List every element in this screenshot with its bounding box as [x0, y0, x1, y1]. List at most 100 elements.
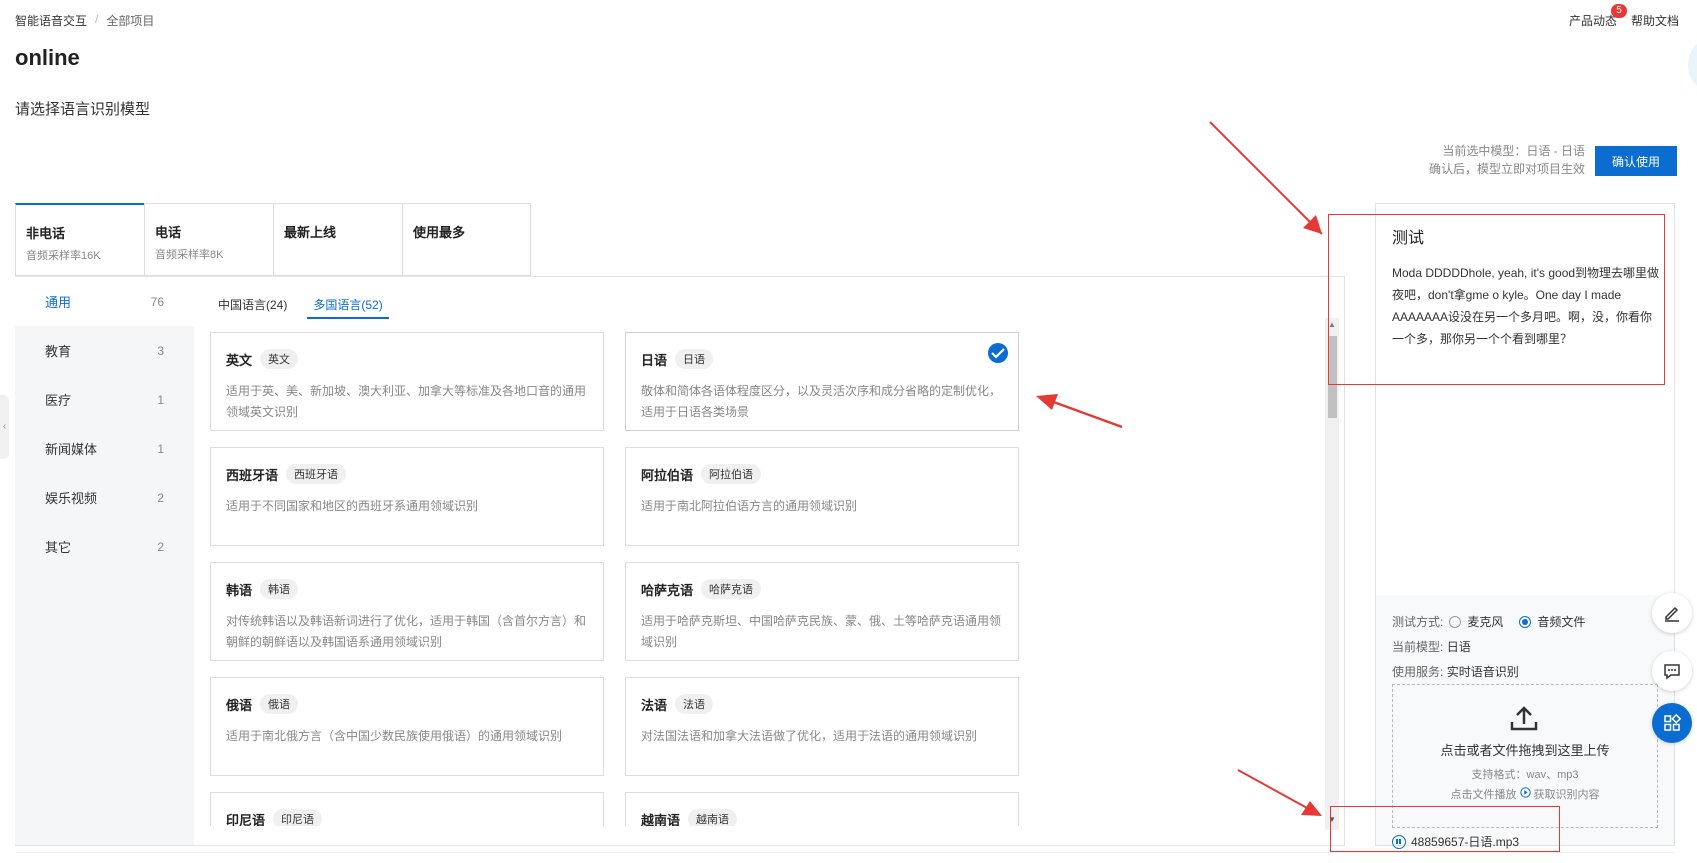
card-tag: 韩语: [260, 579, 299, 599]
card-tag: 印尼语: [273, 809, 323, 826]
side-item-label: 教育: [45, 344, 72, 359]
right-edge-widget[interactable]: [1688, 40, 1697, 90]
model-card-french[interactable]: 法语 法语 对法国法语和加拿大法语做了优化，适用于法语的通用领域识别: [625, 677, 1019, 776]
radio-audio-file-label[interactable]: 音频文件: [1537, 613, 1585, 630]
current-model-line: 当前选中模型：日语 - 日语: [1442, 144, 1585, 158]
upload-instruction: 点击或者文件拖拽到这里上传: [1440, 743, 1610, 758]
radio-microphone-label[interactable]: 麦克风: [1467, 613, 1503, 630]
tab-phone[interactable]: 电话 音频采样率8K: [144, 203, 273, 276]
model-card-english[interactable]: 英文 英文 适用于英、美、新加坡、澳大利亚、加拿大等标准及各地口音的通用领域英文识…: [210, 332, 604, 431]
radio-audio-file[interactable]: [1519, 615, 1532, 628]
tab-newest[interactable]: 最新上线: [273, 203, 402, 276]
tab-title: 最新上线: [284, 225, 337, 240]
model-card-korean[interactable]: 韩语 韩语 对传统韩语以及韩语新词进行了优化，适用于韩国（含首尔方言）和朝鲜的朝鲜…: [210, 562, 604, 661]
card-tag: 哈萨克语: [701, 579, 762, 599]
side-item-label: 医疗: [45, 393, 72, 408]
card-name: 英文: [226, 352, 253, 368]
apps-button[interactable]: [1652, 703, 1692, 743]
current-model-row: 当前模型: 日语: [1392, 638, 1471, 655]
card-name: 越南语: [641, 812, 681, 827]
tab-chinese-languages[interactable]: 中国语言(24): [212, 294, 293, 319]
card-tag: 阿拉伯语: [701, 464, 762, 484]
domain-side-menu: 通用 76 教育 3 医疗 1 新闻媒体 1 娱乐视频 2 其它 2: [15, 277, 194, 845]
test-mode-label: 测试方式:: [1392, 615, 1444, 629]
model-card-indonesian[interactable]: 印尼语 印尼语: [210, 792, 604, 826]
card-name: 哈萨克语: [641, 582, 694, 598]
notification-badge: 5: [1610, 4, 1627, 18]
card-name: 俄语: [226, 697, 253, 713]
side-item-general[interactable]: 通用 76: [15, 277, 194, 326]
tab-non-phone[interactable]: 非电话 音频采样率16K: [15, 203, 144, 276]
side-item-label: 通用: [45, 295, 72, 310]
tab-title: 非电话: [26, 226, 66, 241]
collapse-handle-icon[interactable]: ‹: [0, 395, 9, 459]
model-card-grid: 英文 英文 适用于英、美、新加坡、澳大利亚、加拿大等标准及各地口音的通用领域英文识…: [210, 332, 1020, 826]
service-label: 使用服务:: [1392, 665, 1444, 679]
tab-subtitle: 音频采样率16K: [26, 250, 101, 262]
card-description: 敬体和简体各语体程度区分，以及灵活次序和成分省略的定制优化，适用于日语各类场景: [641, 384, 1002, 419]
side-item-count: 1: [157, 392, 164, 407]
top-right-links: 产品动态 5 帮助文档: [1569, 4, 1679, 29]
breadcrumb-current[interactable]: 全部项目: [106, 12, 154, 29]
model-card-kazakh[interactable]: 哈萨克语 哈萨克语 适用于哈萨克斯坦、中国哈萨克民族、蒙、俄、土等哈萨克语通用领域…: [625, 562, 1019, 661]
current-model-label: 当前模型:: [1392, 640, 1444, 654]
tab-foreign-languages[interactable]: 多国语言(52): [307, 294, 389, 319]
card-tag: 俄语: [260, 694, 299, 714]
side-item-entertainment[interactable]: 娱乐视频 2: [15, 473, 194, 522]
language-sub-tabs: 中国语言(24) 多国语言(52): [212, 294, 389, 319]
edit-button[interactable]: [1652, 593, 1692, 633]
side-item-news-media[interactable]: 新闻媒体 1: [15, 424, 194, 473]
side-item-other[interactable]: 其它 2: [15, 522, 194, 571]
service-value: 实时语音识别: [1446, 665, 1519, 679]
model-card-russian[interactable]: 俄语 俄语 适用于南北俄方言（含中国少数民族使用俄语）的通用领域识别: [210, 677, 604, 776]
side-item-count: 2: [157, 539, 164, 554]
product-news-link[interactable]: 产品动态 5: [1569, 4, 1627, 29]
tab-title: 电话: [155, 225, 182, 240]
sample-rate-tabs: 非电话 音频采样率16K 电话 音频采样率8K 最新上线 使用最多: [15, 203, 531, 276]
breadcrumb-root[interactable]: 智能语音交互: [15, 12, 87, 29]
tab-most-used[interactable]: 使用最多: [402, 203, 531, 276]
confirm-use-button[interactable]: 确认使用: [1595, 146, 1677, 176]
model-card-arabic[interactable]: 阿拉伯语 阿拉伯语 适用于南北阿拉伯语方言的通用领域识别: [625, 447, 1019, 546]
card-name: 阿拉伯语: [641, 467, 694, 483]
breadcrumb-separator: /: [95, 12, 99, 26]
upload-supported-formats: 支持格式：wav、mp3: [1471, 769, 1579, 781]
annotation-arrow-1: [1209, 121, 1323, 235]
upload-hint-prefix: 点击文件播放: [1450, 789, 1517, 801]
card-tag: 越南语: [688, 809, 738, 826]
side-item-count: 76: [150, 294, 164, 309]
card-description: 适用于不同国家和地区的西班牙系通用领域识别: [226, 499, 479, 513]
bottom-divider: [15, 852, 1675, 853]
model-card-spanish[interactable]: 西班牙语 西班牙语 适用于不同国家和地区的西班牙系通用领域识别: [210, 447, 604, 546]
card-tag: 法语: [675, 694, 714, 714]
side-item-label: 新闻媒体: [45, 442, 98, 457]
card-tag: 西班牙语: [286, 464, 347, 484]
current-model-value: 日语: [1446, 640, 1471, 654]
card-name: 法语: [641, 697, 668, 713]
card-tag: 英文: [260, 349, 299, 369]
upload-hint: 点击文件播放 获取识别内容: [1392, 786, 1658, 802]
card-name: 印尼语: [226, 812, 266, 827]
chat-button[interactable]: [1652, 651, 1692, 691]
side-item-label: 其它: [45, 540, 72, 555]
upload-hint-suffix: 获取识别内容: [1533, 789, 1600, 801]
card-description: 适用于南北阿拉伯语方言的通用领域识别: [641, 499, 858, 513]
side-item-medical[interactable]: 医疗 1: [15, 375, 194, 424]
card-description: 对法国法语和加拿大法语做了优化，适用于法语的通用领域识别: [641, 729, 978, 743]
model-card-japanese[interactable]: 日语 日语 敬体和简体各语体程度区分，以及灵活次序和成分省略的定制优化，适用于日语…: [625, 332, 1019, 431]
page-subtitle: 请选择语言识别模型: [15, 101, 151, 118]
side-item-count: 1: [157, 441, 164, 456]
annotation-box-result: [1328, 214, 1665, 385]
check-icon: [988, 343, 1008, 363]
side-item-count: 3: [157, 343, 164, 358]
page-title: online: [15, 45, 80, 70]
help-docs-link[interactable]: 帮助文档: [1631, 12, 1679, 29]
card-name: 韩语: [226, 582, 253, 598]
card-description: 适用于哈萨克斯坦、中国哈萨克民族、蒙、俄、土等哈萨克语通用领域识别: [641, 614, 1002, 649]
tab-title: 使用最多: [413, 225, 466, 240]
breadcrumb: 智能语音交互 / 全部项目: [15, 12, 154, 29]
tab-subtitle: 音频采样率8K: [155, 249, 224, 261]
side-item-education[interactable]: 教育 3: [15, 326, 194, 375]
radio-microphone[interactable]: [1449, 615, 1462, 628]
model-card-vietnamese[interactable]: 越南语 越南语: [625, 792, 1019, 826]
